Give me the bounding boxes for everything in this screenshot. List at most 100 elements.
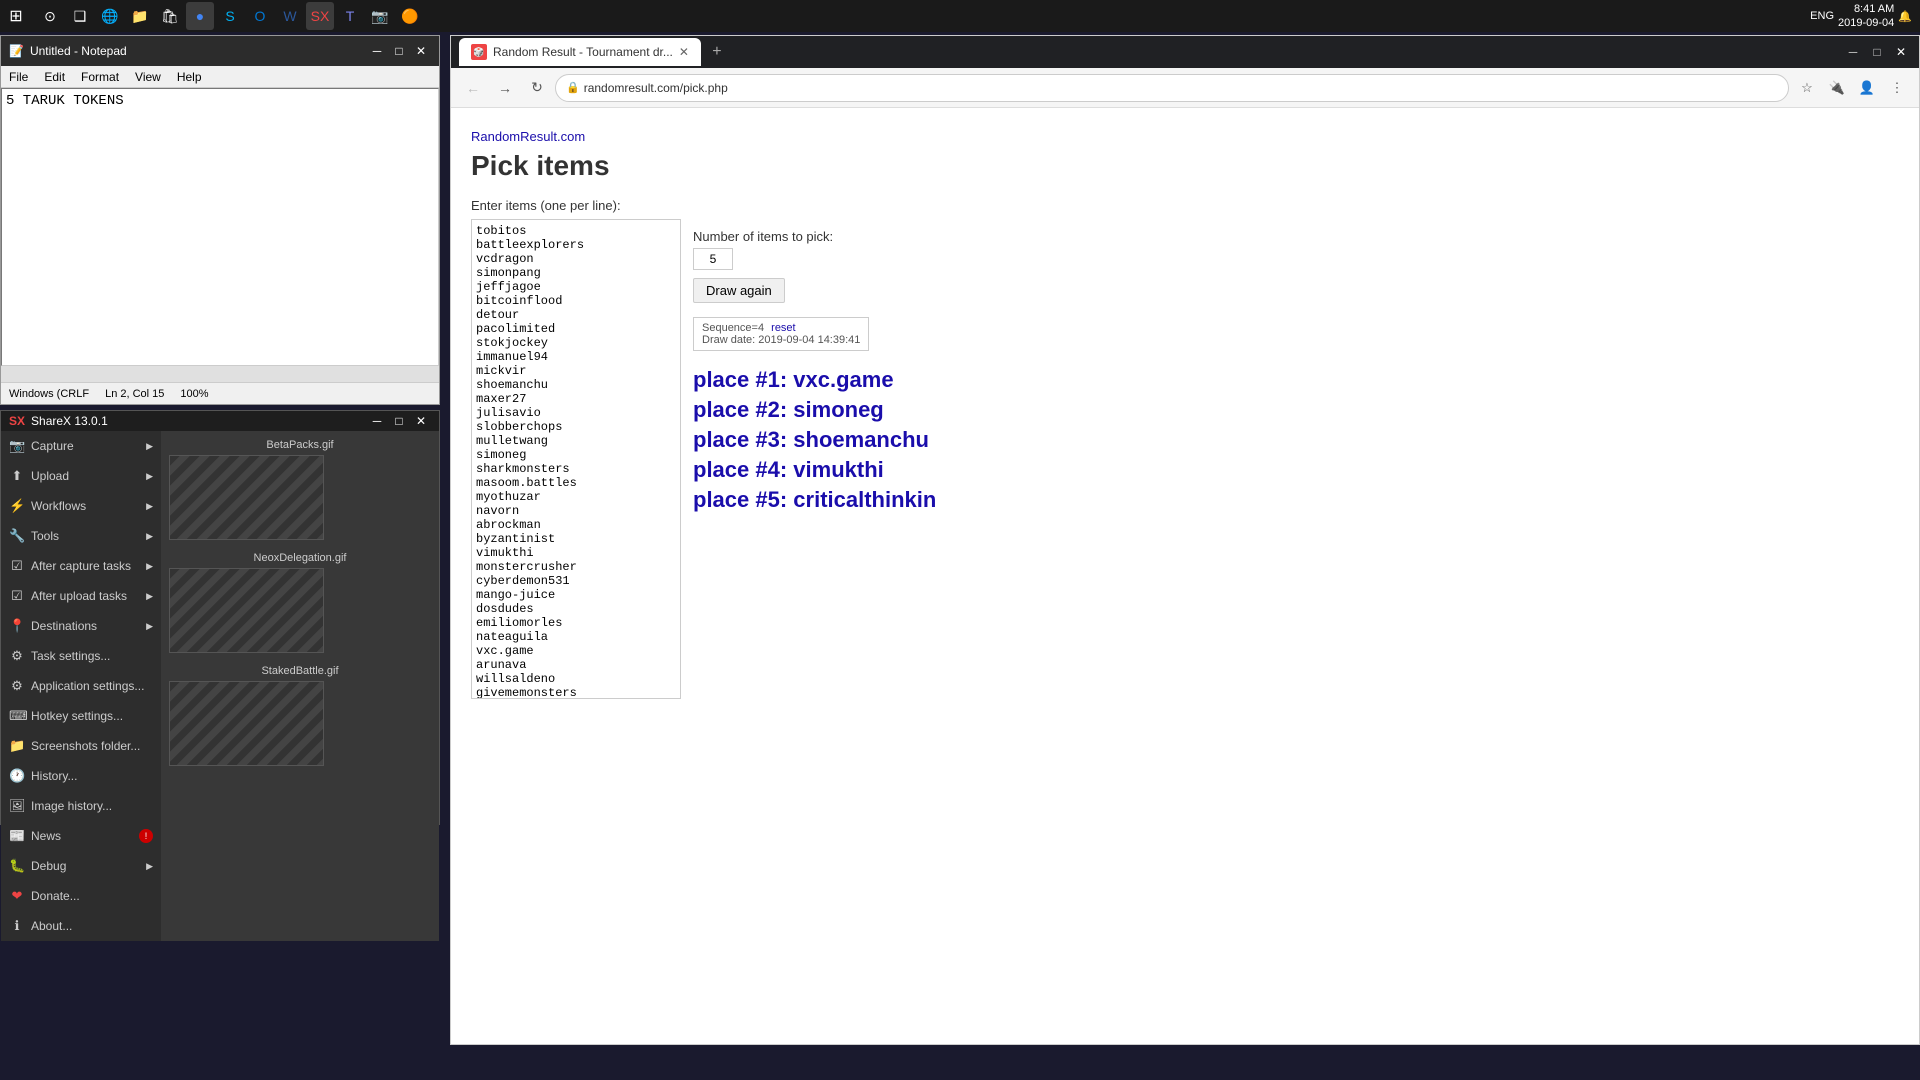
menu-btn[interactable]: ⋮ [1883, 74, 1911, 102]
sidebar-item-hotkey[interactable]: ⌨ Hotkey settings... [1, 701, 161, 731]
gif-thumb-3 [169, 681, 324, 766]
sidebar-item-app-settings[interactable]: ⚙ Application settings... [1, 671, 161, 701]
after-capture-icon: ☑ [9, 558, 25, 574]
notepad-close[interactable]: ✕ [411, 41, 431, 61]
tab-favicon: 🎲 [471, 44, 487, 60]
notepad-titlebar: 📝 Untitled - Notepad ─ □ ✕ [1, 36, 439, 66]
gif-item-2: NeoxDelegation.gif [169, 552, 431, 653]
sidebar-item-destinations[interactable]: 📍 Destinations [1, 611, 161, 641]
sidebar-item-history[interactable]: 🕐 History... [1, 761, 161, 791]
donate-icon: ❤ [9, 888, 25, 904]
sidebar-item-capture[interactable]: 📷 Capture [1, 431, 161, 461]
browser-close[interactable]: ✕ [1891, 42, 1911, 62]
sharex-minimize[interactable]: ─ [367, 411, 387, 431]
result-1: place #1: vxc.game [693, 367, 936, 393]
result-4: place #4: vimukthi [693, 457, 936, 483]
gif-item-3: StakedBattle.gif [169, 665, 431, 766]
taskbar-sharex[interactable]: SX [306, 2, 334, 30]
browser-tab-active[interactable]: 🎲 Random Result - Tournament dr... ✕ [459, 38, 701, 66]
profile-btn[interactable]: 👤 [1853, 74, 1881, 102]
taskbar-task-view[interactable]: ❑ [66, 2, 94, 30]
sidebar-item-after-capture[interactable]: ☑ After capture tasks [1, 551, 161, 581]
notepad-menu-help[interactable]: Help [169, 66, 210, 87]
result-3: place #3: shoemanchu [693, 427, 936, 453]
results-section: place #1: vxc.game place #2: simoneg pla… [693, 367, 936, 513]
sidebar-item-upload[interactable]: ⬆ Upload [1, 461, 161, 491]
gif-title-1: BetaPacks.gif [169, 439, 431, 451]
notepad-window: 📝 Untitled - Notepad ─ □ ✕ File Edit For… [0, 35, 440, 405]
sidebar-item-task-settings[interactable]: ⚙ Task settings... [1, 641, 161, 671]
tab-close[interactable]: ✕ [679, 45, 689, 59]
browser-page-content: RandomResult.com Pick items Enter items … [451, 108, 1919, 1044]
draw-button[interactable]: Draw again [693, 278, 785, 303]
taskbar-right: ENG 8:41 AM 2019-09-04 🔔 [1802, 2, 1920, 31]
notepad-textarea[interactable]: 5 TARUK TOKENS [1, 88, 439, 366]
taskbar-lang: ENG [1810, 10, 1834, 22]
sidebar-item-screenshots[interactable]: 📁 Screenshots folder... [1, 731, 161, 761]
taskbar-outlook[interactable]: O [246, 2, 274, 30]
taskbar-notification[interactable]: 🔔 [1898, 10, 1912, 23]
browser-minimize[interactable]: ─ [1843, 42, 1863, 62]
notepad-menu-edit[interactable]: Edit [36, 66, 73, 87]
sharex-close[interactable]: ✕ [411, 411, 431, 431]
notepad-title: Untitled - Notepad [30, 44, 367, 58]
screenshots-icon: 📁 [9, 738, 25, 754]
taskbar-edge[interactable]: 🌐 [96, 2, 124, 30]
sidebar-item-image-history[interactable]: 🖼 Image history... [1, 791, 161, 821]
taskbar-search[interactable]: ⊙ [36, 2, 64, 30]
items-textarea[interactable]: tobitos battleexplorers vcdragon simonpa… [471, 219, 681, 699]
sidebar-item-after-upload[interactable]: ☑ After upload tasks [1, 581, 161, 611]
tab-title: Random Result - Tournament dr... [493, 45, 673, 59]
extension-btn[interactable]: 🔌 [1823, 74, 1851, 102]
browser-titlebar: 🎲 Random Result - Tournament dr... ✕ + ─… [451, 36, 1919, 68]
sidebar-item-workflows[interactable]: ⚡ Workflows [1, 491, 161, 521]
url-bar[interactable]: 🔒 randomresult.com/pick.php [555, 74, 1789, 102]
reset-link[interactable]: reset [771, 322, 795, 334]
workflows-icon: ⚡ [9, 498, 25, 514]
taskbar-misc1[interactable]: 📷 [366, 2, 394, 30]
hotkey-icon: ⌨ [9, 708, 25, 724]
notepad-menu-view[interactable]: View [127, 66, 169, 87]
sharex-titlebar: SX ShareX 13.0.1 ─ □ ✕ [1, 411, 439, 431]
capture-icon: 📷 [9, 438, 25, 454]
taskbar-clock: 8:41 AM 2019-09-04 [1838, 2, 1894, 31]
taskbar-teams[interactable]: T [336, 2, 364, 30]
draw-date: Draw date: 2019-09-04 14:39:41 [702, 334, 860, 346]
taskbar-store[interactable]: 🛍 [156, 2, 184, 30]
taskbar-icons: ⊙ ❑ 🌐 📁 🛍 ● S O W SX T 📷 🟠 [32, 2, 428, 30]
back-button[interactable]: ← [459, 74, 487, 102]
taskbar-misc2[interactable]: 🟠 [396, 2, 424, 30]
notepad-maximize[interactable]: □ [389, 41, 409, 61]
taskbar-word[interactable]: W [276, 2, 304, 30]
items-label: Enter items (one per line): [471, 198, 1899, 213]
new-tab-button[interactable]: + [705, 40, 729, 64]
browser-maximize[interactable]: □ [1867, 42, 1887, 62]
sharex-maximize[interactable]: □ [389, 411, 409, 431]
sidebar-item-news[interactable]: 📰 News ! [1, 821, 161, 851]
notepad-menu-format[interactable]: Format [73, 66, 127, 87]
forward-button[interactable]: → [491, 74, 519, 102]
taskbar-skype[interactable]: S [216, 2, 244, 30]
app-settings-icon: ⚙ [9, 678, 25, 694]
notepad-menu-file[interactable]: File [1, 66, 36, 87]
controls-panel: Number of items to pick: Draw again Sequ… [693, 229, 936, 517]
notepad-minimize[interactable]: ─ [367, 41, 387, 61]
bookmark-btn[interactable]: ☆ [1793, 74, 1821, 102]
image-history-icon: 🖼 [9, 798, 25, 814]
after-upload-icon: ☑ [9, 588, 25, 604]
sidebar-item-donate[interactable]: ❤ Donate... [1, 881, 161, 911]
gif-title-2: NeoxDelegation.gif [169, 552, 431, 564]
sidebar-item-about[interactable]: ℹ About... [1, 911, 161, 941]
num-label: Number of items to pick: [693, 229, 936, 244]
taskbar-chrome[interactable]: ● [186, 2, 214, 30]
refresh-button[interactable]: ↻ [523, 74, 551, 102]
site-link[interactable]: RandomResult.com [471, 129, 585, 144]
sidebar-item-tools[interactable]: 🔧 Tools [1, 521, 161, 551]
notepad-scrollbar-h[interactable] [1, 366, 439, 382]
start-button[interactable]: ⊞ [0, 0, 32, 32]
taskbar-file-explorer[interactable]: 📁 [126, 2, 154, 30]
sidebar-item-debug[interactable]: 🐛 Debug [1, 851, 161, 881]
num-input[interactable] [693, 248, 733, 270]
task-settings-icon: ⚙ [9, 648, 25, 664]
gif-title-3: StakedBattle.gif [169, 665, 431, 677]
